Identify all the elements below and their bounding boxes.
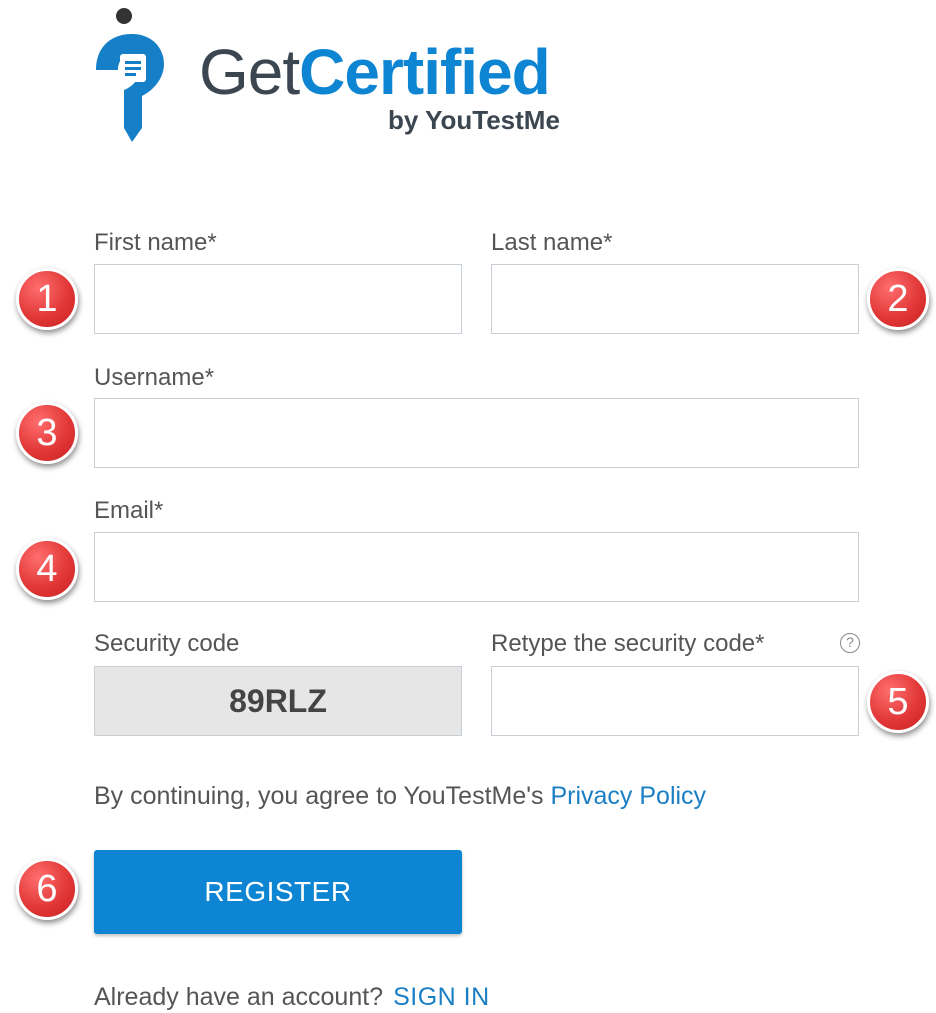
help-icon[interactable]: ? bbox=[840, 633, 860, 653]
retype-security-code-label: Retype the security code* bbox=[491, 630, 765, 657]
signin-prompt: Already have an account? bbox=[94, 983, 384, 1011]
callout-badge-6: 6 bbox=[16, 858, 78, 920]
email-input[interactable] bbox=[94, 532, 859, 602]
username-label: Username* bbox=[94, 364, 215, 391]
register-button[interactable]: REGISTER bbox=[94, 850, 462, 934]
callout-badge-2: 2 bbox=[867, 268, 929, 330]
retype-security-code-input[interactable] bbox=[491, 666, 859, 736]
privacy-consent-text: By continuing, you agree to YouTestMe's … bbox=[94, 780, 706, 812]
email-label: Email* bbox=[94, 497, 164, 524]
consent-text: By continuing, you agree to YouTestMe's bbox=[94, 782, 551, 810]
callout-badge-1: 1 bbox=[16, 268, 78, 330]
logo-get-text: Get bbox=[199, 36, 300, 108]
logo-byline: by YouTestMe bbox=[388, 105, 560, 135]
logo-certified-text: Certified bbox=[299, 36, 551, 108]
callout-badge-4: 4 bbox=[16, 538, 78, 600]
logo-wordmark: GetCertified bbox=[199, 32, 551, 112]
last-name-input[interactable] bbox=[491, 264, 859, 334]
first-name-label: First name* bbox=[94, 229, 217, 256]
privacy-policy-link[interactable]: Privacy Policy bbox=[550, 782, 706, 810]
first-name-input[interactable] bbox=[94, 264, 462, 334]
sign-in-link[interactable]: SIGN IN bbox=[393, 983, 490, 1011]
callout-badge-3: 3 bbox=[16, 402, 78, 464]
username-input[interactable] bbox=[94, 398, 859, 468]
last-name-label: Last name* bbox=[491, 229, 613, 256]
security-code-display: 89RLZ bbox=[94, 666, 462, 736]
callout-badge-5: 5 bbox=[867, 671, 929, 733]
security-code-label: Security code bbox=[94, 630, 240, 657]
signin-row: Already have an account? SIGN IN bbox=[94, 981, 490, 1013]
getcertified-logo-mark bbox=[96, 8, 164, 142]
